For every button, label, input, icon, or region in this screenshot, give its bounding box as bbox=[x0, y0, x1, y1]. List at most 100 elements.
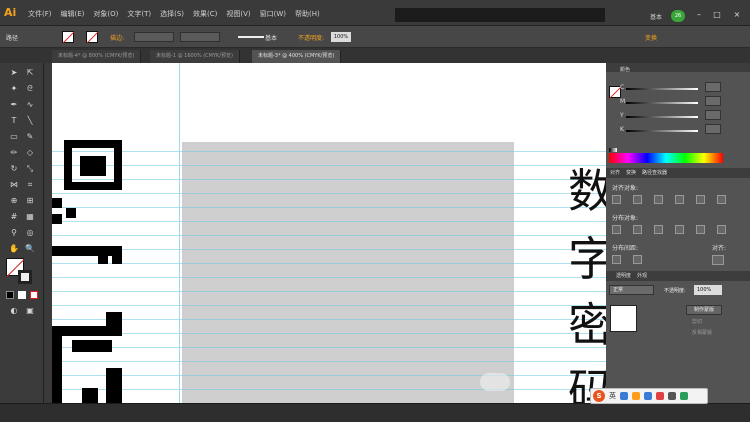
maximize-button[interactable]: □ bbox=[710, 10, 724, 20]
channel-y-slider[interactable] bbox=[626, 116, 698, 118]
channel-m-field[interactable] bbox=[705, 96, 721, 106]
channel-y-field[interactable] bbox=[705, 110, 721, 120]
tab-document-1[interactable]: 未标题-1 @ 1600% (CMYK/预览) bbox=[150, 50, 240, 63]
gradient-tool-icon[interactable]: ▦ bbox=[24, 211, 36, 223]
align-to-selection-icon[interactable] bbox=[712, 255, 724, 265]
stroke-weight-field[interactable] bbox=[134, 32, 174, 42]
distribute-hcenter-icon[interactable] bbox=[696, 225, 705, 234]
magic-wand-tool-icon[interactable]: ✦ bbox=[8, 83, 20, 95]
ime-language-toggle[interactable]: 英 bbox=[609, 391, 616, 401]
menu-window[interactable]: 窗口(W) bbox=[260, 9, 286, 19]
eraser-tool-icon[interactable]: ◇ bbox=[24, 147, 36, 159]
menu-help[interactable]: 帮助(H) bbox=[295, 9, 320, 19]
gray-rectangle-shape[interactable] bbox=[182, 142, 514, 403]
hand-tool-icon[interactable]: ✋ bbox=[8, 243, 20, 255]
align-bottom-icon[interactable] bbox=[717, 195, 726, 204]
pencil-tool-icon[interactable]: ✏ bbox=[8, 147, 20, 159]
align-top-icon[interactable] bbox=[675, 195, 684, 204]
stroke-profile-preview[interactable] bbox=[238, 36, 264, 38]
invert-mask-checkbox[interactable]: 反相蒙版 bbox=[692, 329, 712, 336]
align-left-icon[interactable] bbox=[612, 195, 621, 204]
menu-type[interactable]: 文字(T) bbox=[127, 9, 151, 19]
distribute-bottom-icon[interactable] bbox=[654, 225, 663, 234]
vertical-guide[interactable] bbox=[179, 63, 180, 403]
line-tool-icon[interactable]: ╲ bbox=[24, 115, 36, 127]
perspective-grid-tool-icon[interactable]: ⊞ bbox=[24, 195, 36, 207]
color-spectrum[interactable] bbox=[609, 153, 723, 163]
menu-effect[interactable]: 效果(C) bbox=[193, 9, 217, 19]
tab-document-3[interactable]: 未标题-3* @ 400% (CMYK/预览) bbox=[252, 50, 342, 63]
distribute-vspace-icon[interactable] bbox=[612, 255, 621, 264]
paintbrush-tool-icon[interactable]: ✎ bbox=[24, 131, 36, 143]
zoom-tool-icon[interactable]: 🔍 bbox=[24, 243, 36, 255]
menu-view[interactable]: 视图(V) bbox=[226, 9, 250, 19]
ime-toolbox-icon[interactable] bbox=[680, 392, 688, 400]
distribute-right-icon[interactable] bbox=[717, 225, 726, 234]
distribute-left-icon[interactable] bbox=[675, 225, 684, 234]
mesh-tool-icon[interactable]: # bbox=[8, 211, 20, 223]
rotate-tool-icon[interactable]: ↻ bbox=[8, 163, 20, 175]
menu-object[interactable]: 对象(O) bbox=[93, 9, 118, 19]
opacity-label[interactable]: 不透明度: bbox=[298, 33, 324, 42]
curvature-tool-icon[interactable]: ∿ bbox=[24, 99, 36, 111]
workspace-switcher[interactable]: 基本 bbox=[650, 12, 662, 21]
distribute-top-icon[interactable] bbox=[612, 225, 621, 234]
width-tool-icon[interactable]: ⋈ bbox=[8, 179, 20, 191]
channel-m-slider[interactable] bbox=[626, 102, 698, 104]
stroke-weight-label[interactable]: 描边: bbox=[110, 33, 124, 42]
menu-select[interactable]: 选择(S) bbox=[160, 9, 184, 19]
object-thumbnail[interactable] bbox=[610, 305, 637, 332]
tab-document-4[interactable]: 未标题-4* @ 800% (CMYK/预览) bbox=[52, 50, 142, 63]
eyedropper-tool-icon[interactable]: ⚲ bbox=[8, 227, 20, 239]
align-right-icon[interactable] bbox=[654, 195, 663, 204]
align-hcenter-icon[interactable] bbox=[633, 195, 642, 204]
clip-checkbox[interactable]: 剪切 bbox=[692, 318, 702, 325]
make-mask-button[interactable]: 制作蒙版 bbox=[686, 305, 722, 315]
channel-k-slider[interactable] bbox=[626, 130, 698, 132]
stroke-swatch[interactable] bbox=[18, 270, 32, 284]
black-white-ramp[interactable] bbox=[609, 148, 617, 152]
free-transform-tool-icon[interactable]: ⌗ bbox=[24, 179, 36, 191]
shape-builder-tool-icon[interactable]: ⊕ bbox=[8, 195, 20, 207]
variable-width-field[interactable] bbox=[180, 32, 220, 42]
channel-c-field[interactable] bbox=[705, 82, 721, 92]
tab-appearance[interactable]: 外观 bbox=[637, 271, 647, 281]
screen-mode-icon[interactable]: ▣ bbox=[24, 305, 36, 317]
draw-mode-icon[interactable]: ◐ bbox=[8, 305, 20, 317]
scale-tool-icon[interactable]: ⤡ bbox=[24, 163, 36, 175]
align-vcenter-icon[interactable] bbox=[696, 195, 705, 204]
rectangle-tool-icon[interactable]: ▭ bbox=[8, 131, 20, 143]
ime-keyboard-icon[interactable] bbox=[668, 392, 676, 400]
channel-c-slider[interactable] bbox=[626, 88, 698, 90]
selection-tool-icon[interactable]: ➤ bbox=[8, 67, 20, 79]
ime-punctuation-icon[interactable] bbox=[620, 392, 628, 400]
blend-tool-icon[interactable]: ◎ bbox=[24, 227, 36, 239]
transform-button[interactable]: 变换 bbox=[645, 33, 657, 42]
user-badge[interactable]: 26 bbox=[671, 10, 685, 22]
menu-edit[interactable]: 编辑(E) bbox=[61, 9, 85, 19]
blend-mode-select[interactable]: 正常 bbox=[609, 285, 654, 295]
direct-selection-tool-icon[interactable]: ⇱ bbox=[24, 67, 36, 79]
fill-stroke-widget[interactable] bbox=[6, 258, 34, 286]
brush-definition-label[interactable]: 基本 bbox=[265, 33, 277, 42]
ime-microphone-icon[interactable] bbox=[644, 392, 652, 400]
none-color-icon[interactable] bbox=[30, 291, 38, 299]
distribute-vcenter-icon[interactable] bbox=[633, 225, 642, 234]
tab-align[interactable]: 对齐 bbox=[610, 168, 620, 178]
ime-logo-icon[interactable]: S bbox=[593, 390, 605, 402]
ime-skin-icon[interactable] bbox=[656, 392, 664, 400]
close-button[interactable]: × bbox=[730, 10, 744, 20]
minimize-button[interactable]: – bbox=[692, 10, 706, 20]
tab-transform[interactable]: 变换 bbox=[626, 168, 636, 178]
tab-pathfinder[interactable]: 路径查找器 bbox=[642, 168, 667, 178]
lasso-tool-icon[interactable]: ᘓ bbox=[24, 83, 36, 95]
pen-tool-icon[interactable]: ✒ bbox=[8, 99, 20, 111]
default-colors-icon[interactable] bbox=[6, 291, 14, 299]
stroke-color-swatch[interactable] bbox=[86, 31, 98, 43]
opacity-field[interactable]: 100% bbox=[331, 32, 351, 42]
tab-color[interactable]: 颜色 bbox=[620, 66, 630, 73]
tab-transparency[interactable]: 透明度 bbox=[616, 271, 631, 281]
fill-color-swatch[interactable] bbox=[62, 31, 74, 43]
color-mode-icon[interactable] bbox=[18, 291, 26, 299]
menu-file[interactable]: 文件(F) bbox=[28, 9, 52, 19]
